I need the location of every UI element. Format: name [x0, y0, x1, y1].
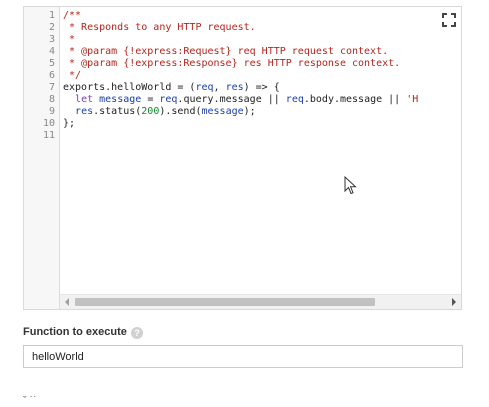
chevron-left-icon[interactable] [65, 298, 69, 306]
code-token: 'H [406, 94, 419, 105]
code-token: exports.helloWorld = ( [63, 82, 196, 93]
code-token: res [75, 106, 94, 117]
code-token: * @param {!express:Request} req HTTP req… [63, 46, 389, 57]
code-token: req [159, 94, 178, 105]
line-number: 1 [48, 10, 55, 21]
code-line[interactable]: * @param {!express:Response} res HTTP re… [63, 58, 461, 70]
code-token: .query.message || [177, 94, 286, 105]
code-token: }; [63, 118, 76, 129]
line-number: 6 [48, 70, 55, 81]
code-token: message [201, 106, 244, 117]
code-line[interactable]: let message = req.query.message || req.b… [63, 94, 461, 106]
code-token: ) => { [243, 82, 280, 93]
line-number: 8 [48, 94, 55, 105]
code-token: message [99, 94, 142, 105]
mouse-pointer-icon [344, 176, 357, 195]
code-line[interactable]: */ [63, 70, 461, 82]
function-name-input[interactable] [23, 345, 463, 368]
help-icon[interactable]: ? [131, 327, 143, 339]
code-line[interactable]: res.status(200).send(message); [63, 106, 461, 118]
code-token: req [195, 82, 214, 93]
line-number: 3 [48, 34, 55, 45]
code-editor[interactable]: 1 2 3 4 5 6 7 8 9 10 11 /** * Responds to any HTTP… [23, 6, 462, 310]
code-token: */ [63, 70, 82, 81]
line-number: 11 [42, 130, 55, 141]
code-token: ).send( [159, 106, 202, 117]
code-token: * Responds to any HTTP request. [63, 22, 256, 33]
code-token: * @param {!express:Response} res HTTP re… [63, 58, 401, 69]
line-number: 10 [42, 118, 55, 129]
horizontal-scrollbar[interactable] [60, 294, 461, 309]
code-content[interactable]: /** * Responds to any HTTP request. * * … [63, 10, 461, 142]
code-token: ); [243, 106, 256, 117]
code-token: let [75, 94, 94, 105]
code-line[interactable]: * [63, 34, 461, 46]
code-token: req [285, 94, 304, 105]
code-token: /** [63, 10, 82, 21]
line-number-gutter: 1 2 3 4 5 6 7 8 9 10 11 [24, 7, 60, 309]
code-token: = [141, 94, 160, 105]
code-token: res [225, 82, 244, 93]
code-line[interactable]: * @param {!express:Request} req HTTP req… [63, 46, 461, 58]
fullscreen-icon[interactable] [441, 12, 457, 28]
scrollbar-thumb[interactable] [75, 298, 375, 306]
line-number: 9 [48, 106, 55, 117]
code-token: * [63, 34, 76, 45]
truncated-section-text: ˇ ˙˙ [23, 395, 38, 407]
code-token: .status( [93, 106, 142, 117]
function-to-execute-label: Function to execute [23, 326, 127, 338]
line-number: 7 [48, 82, 55, 93]
code-line[interactable] [63, 130, 461, 142]
code-line[interactable]: * Responds to any HTTP request. [63, 22, 461, 34]
code-line[interactable]: exports.helloWorld = (req, res) => { [63, 82, 461, 94]
code-token: , [213, 82, 226, 93]
line-number: 5 [48, 58, 55, 69]
chevron-right-icon[interactable] [452, 298, 456, 306]
line-number: 4 [48, 46, 55, 57]
code-token: .body.message || [303, 94, 407, 105]
code-line[interactable]: }; [63, 118, 461, 130]
code-token: 200 [141, 106, 160, 117]
line-number: 2 [48, 22, 55, 33]
code-line[interactable]: /** [63, 10, 461, 22]
